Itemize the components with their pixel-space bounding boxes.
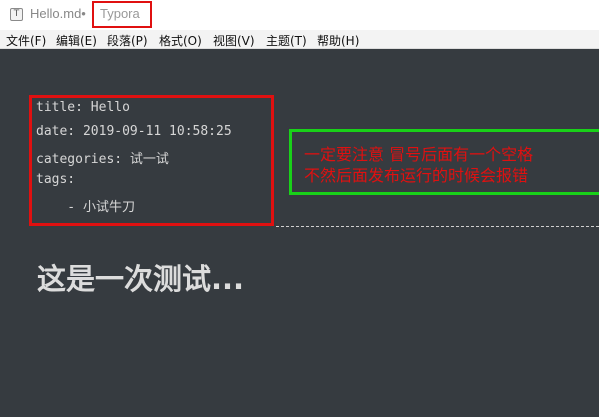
document-heading[interactable]: 这是一次测试... xyxy=(37,256,244,298)
menu-theme[interactable]: 主题(T) xyxy=(266,32,307,49)
menu-view[interactable]: 视图(V) xyxy=(213,32,255,49)
title-bar: T Hello.md• Typora xyxy=(0,0,599,30)
menu-bar: 文件(F) 编辑(E) 段落(P) 格式(O) 视图(V) 主题(T) 帮助(H… xyxy=(0,30,599,49)
menu-file[interactable]: 文件(F) xyxy=(6,32,46,49)
front-matter-title[interactable]: title: Hello xyxy=(36,100,130,115)
menu-format[interactable]: 格式(O) xyxy=(159,32,202,49)
front-matter-divider xyxy=(276,226,599,227)
app-name-highlight-box: Typora xyxy=(92,1,152,28)
menu-paragraph[interactable]: 段落(P) xyxy=(107,32,148,49)
app-name: Typora xyxy=(100,6,140,21)
menu-edit[interactable]: 编辑(E) xyxy=(56,32,97,49)
annotation-note-line-2: 不然后面发布运行的时候会报错 xyxy=(304,166,529,185)
front-matter-categories[interactable]: categories: 试一试 xyxy=(36,148,169,167)
menu-help[interactable]: 帮助(H) xyxy=(317,32,359,49)
front-matter-date[interactable]: date: 2019-09-11 10:58:25 xyxy=(36,124,232,139)
front-matter-tags[interactable]: tags: xyxy=(36,172,75,187)
typora-app-icon: T xyxy=(10,8,23,21)
front-matter-tag-item[interactable]: - 小试牛刀 xyxy=(36,196,135,215)
document-title: Hello.md• xyxy=(30,6,86,21)
